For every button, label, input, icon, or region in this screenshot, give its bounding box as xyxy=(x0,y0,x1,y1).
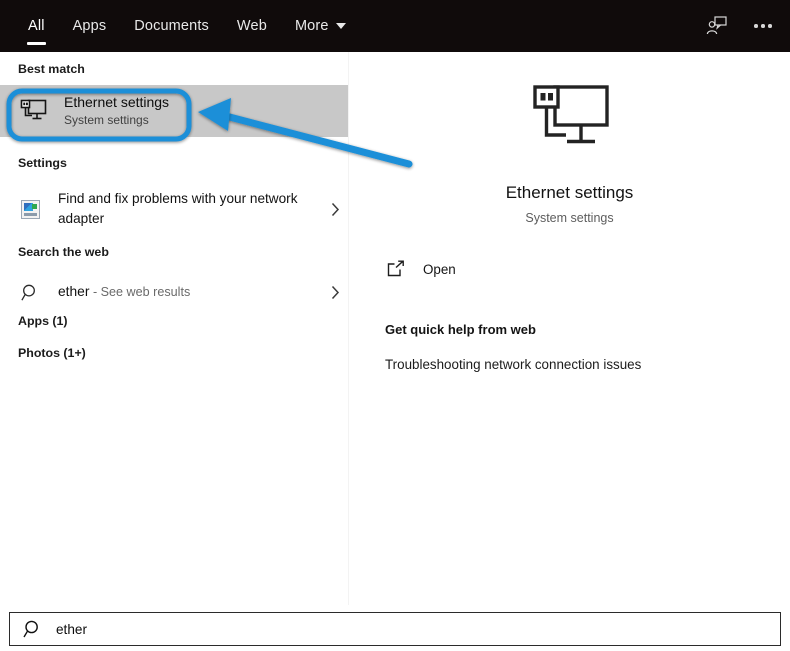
chevron-right-icon[interactable] xyxy=(322,202,348,217)
tab-documents-label: Documents xyxy=(134,18,209,34)
ellipsis-icon[interactable] xyxy=(750,13,776,39)
search-icon xyxy=(18,280,42,304)
search-web-section-label: Search the web xyxy=(18,245,109,259)
photos-section-label[interactable]: Photos (1+) xyxy=(0,346,86,360)
tab-more-label: More xyxy=(294,18,329,34)
header-actions xyxy=(704,0,776,52)
preview-action-open[interactable]: Open xyxy=(385,258,456,280)
tab-web[interactable]: Web xyxy=(223,0,281,52)
tab-more[interactable]: More xyxy=(281,0,360,52)
ellipsis-dot xyxy=(754,24,758,28)
apps-section-label[interactable]: Apps (1) xyxy=(0,314,68,328)
result-item-label: Find and fix problems with your network … xyxy=(58,191,298,226)
ellipsis-dot xyxy=(761,24,765,28)
quick-help-heading: Get quick help from web xyxy=(385,322,536,337)
best-match-section-label: Best match xyxy=(18,62,85,76)
ellipsis-dot xyxy=(768,24,772,28)
tab-all-label: All xyxy=(28,18,45,34)
result-item-subtitle: System settings xyxy=(64,113,149,127)
web-search-tail: - See web results xyxy=(89,285,191,299)
tab-apps[interactable]: Apps xyxy=(59,0,121,52)
search-icon xyxy=(22,618,44,640)
search-filter-tabs: All Apps Documents Web More xyxy=(14,0,360,52)
chevron-down-icon xyxy=(335,23,346,29)
windows-search-panel: All Apps Documents Web More Best match E… xyxy=(0,0,790,651)
tab-all[interactable]: All xyxy=(14,0,59,52)
open-external-icon xyxy=(385,258,407,280)
quick-help-link[interactable]: Troubleshooting network connection issue… xyxy=(385,357,641,372)
tab-apps-label: Apps xyxy=(72,18,107,34)
settings-section-label: Settings xyxy=(18,156,67,170)
search-input[interactable]: ether xyxy=(9,612,781,646)
preview-title: Ethernet settings xyxy=(505,183,634,202)
result-item-text: Ethernet settings System settings xyxy=(64,94,169,128)
ethernet-monitor-icon xyxy=(349,82,790,160)
preview-subtitle: System settings xyxy=(525,211,614,225)
preview-hero: Ethernet settings System settings xyxy=(349,82,790,225)
results-list-pane: Best match Ethernet settings System sett… xyxy=(0,52,348,605)
preview-pane: Ethernet settings System settings Open G… xyxy=(349,52,790,605)
result-item-title: Ethernet settings xyxy=(64,94,170,110)
result-item-network-troubleshooter[interactable]: Find and fix problems with your network … xyxy=(0,184,348,234)
feedback-person-icon[interactable] xyxy=(704,13,730,39)
result-item-ethernet-settings[interactable]: Ethernet settings System settings xyxy=(0,85,348,137)
result-item-label: ether - See web results xyxy=(58,282,322,302)
ethernet-monitor-icon xyxy=(18,96,48,126)
chevron-right-icon[interactable] xyxy=(322,285,348,300)
search-input-value: ether xyxy=(56,621,87,637)
tab-documents[interactable]: Documents xyxy=(120,0,223,52)
web-search-query: ether xyxy=(58,284,90,299)
tab-web-label: Web xyxy=(236,18,267,34)
preview-action-label: Open xyxy=(423,261,456,277)
result-item-web-search[interactable]: ether - See web results xyxy=(0,272,348,312)
search-header: All Apps Documents Web More xyxy=(0,0,790,52)
network-troubleshooter-icon xyxy=(18,197,42,221)
